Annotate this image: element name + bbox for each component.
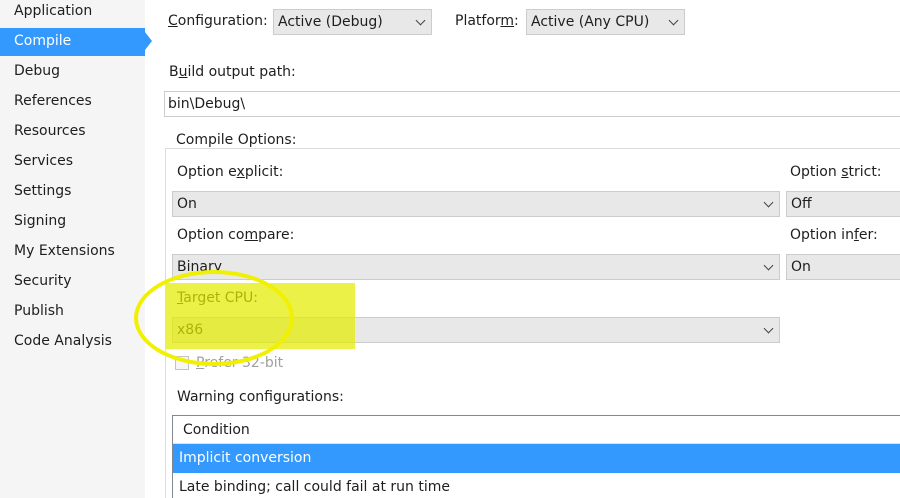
sidebar-item-application[interactable]: Application [0,0,145,26]
sidebar-item-settings[interactable]: Settings [0,178,145,206]
configuration-value: Active (Debug) [278,14,383,30]
sidebar-item-my-extensions[interactable]: My Extensions [0,238,145,266]
chevron-down-icon [763,197,774,208]
option-infer-value: On [791,259,811,275]
chevron-down-icon [763,260,774,271]
option-compare-select[interactable]: Binary [172,254,780,280]
target-cpu-label: Target CPU: [177,290,258,306]
option-strict-value: Off [791,196,812,212]
configuration-label: Configuration: [168,13,268,29]
prefer-32-bit-checkbox[interactable] [175,356,189,370]
build-output-path-input[interactable]: bin\Debug\ [164,91,900,117]
chevron-down-icon [668,15,679,26]
sidebar-item-publish[interactable]: Publish [0,298,145,326]
column-header-condition[interactable]: Condition [173,416,900,444]
option-compare-value: Binary [177,259,222,275]
build-output-path-value: bin\Debug\ [168,96,246,112]
option-explicit-label: Option explicit: [177,164,284,180]
prefer-32-bit-label: Prefer 32-bit [196,355,284,371]
option-compare-label: Option compare: [177,227,295,243]
list-item[interactable]: Late binding; call could fail at run tim… [173,473,900,498]
target-cpu-value: x86 [177,322,204,338]
option-explicit-value: On [177,196,197,212]
warning-configurations-list[interactable]: Condition Implicit conversion Late bindi… [172,415,900,498]
sidebar-item-debug[interactable]: Debug [0,58,145,86]
platform-label: Platform: [455,13,519,29]
option-infer-select[interactable]: On [786,254,900,280]
selection-arrow [145,32,152,50]
sidebar-item-resources[interactable]: Resources [0,118,145,146]
sidebar-item-signing[interactable]: Signing [0,208,145,236]
option-explicit-select[interactable]: On [172,191,780,217]
platform-value: Active (Any CPU) [531,14,650,30]
sidebar-item-security[interactable]: Security [0,268,145,296]
sidebar-item-code-analysis[interactable]: Code Analysis [0,328,145,356]
warning-configurations-label: Warning configurations: [177,389,344,405]
target-cpu-select[interactable]: x86 [172,317,780,343]
option-strict-select[interactable]: Off [786,191,900,217]
sidebar-item-services[interactable]: Services [0,148,145,176]
platform-select[interactable]: Active (Any CPU) [526,9,685,35]
compile-options-title: Compile Options: [174,132,299,148]
option-strict-label: Option strict: [790,164,882,180]
option-infer-label: Option infer: [790,227,878,243]
build-output-path-label: Build output path: [169,64,296,80]
sidebar-item-compile[interactable]: Compile [0,28,145,56]
sidebar-item-references[interactable]: References [0,88,145,116]
chevron-down-icon [415,15,426,26]
list-item[interactable]: Implicit conversion [173,444,900,473]
chevron-down-icon [763,323,774,334]
sidebar-nav: Application Compile Debug References Res… [0,0,145,498]
configuration-select[interactable]: Active (Debug) [273,9,432,35]
